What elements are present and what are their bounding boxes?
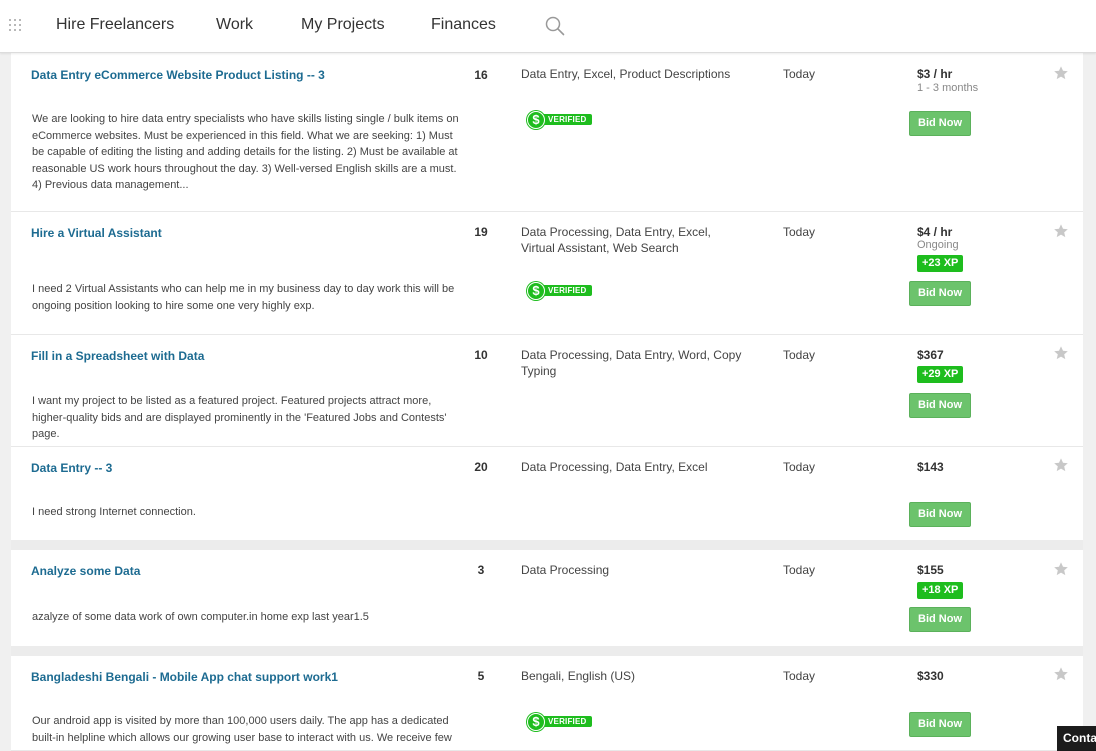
posted-date: Today bbox=[783, 225, 816, 239]
project-description: Our android app is visited by more than … bbox=[32, 715, 452, 744]
bid-count: 16 bbox=[474, 68, 488, 82]
star-icon[interactable] bbox=[1053, 666, 1069, 682]
project-description: azalyze of some data work of own compute… bbox=[32, 611, 369, 623]
project-row: Hire a Virtual Assistant 19 Data Process… bbox=[11, 212, 1083, 335]
nav-work[interactable]: Work bbox=[216, 16, 253, 34]
posted-date: Today bbox=[783, 348, 816, 362]
bid-count: 10 bbox=[474, 348, 488, 362]
verified-badge: $ VERIFIED bbox=[527, 281, 592, 300]
verified-badge: $ VERIFIED bbox=[527, 110, 592, 129]
xp-badge: +29 XP bbox=[917, 366, 964, 383]
project-description: We are looking to hire data entry specia… bbox=[32, 113, 459, 191]
verified-label: VERIFIED bbox=[542, 716, 592, 727]
project-title-link[interactable]: Bangladeshi Bengali - Mobile App chat su… bbox=[31, 670, 338, 684]
nav-finances[interactable]: Finances bbox=[431, 16, 496, 34]
price: $3 / hr bbox=[917, 67, 953, 81]
project-row: Data Entry eCommerce Website Product Lis… bbox=[11, 53, 1083, 212]
posted-date: Today bbox=[783, 67, 816, 81]
dollar-icon: $ bbox=[527, 281, 545, 300]
nav-hire-freelancers[interactable]: Hire Freelancers bbox=[56, 16, 174, 34]
star-icon[interactable] bbox=[1053, 223, 1069, 239]
skills-list: Data Processing bbox=[521, 563, 610, 577]
xp-badge: +23 XP bbox=[917, 255, 964, 272]
dollar-icon: $ bbox=[527, 712, 545, 731]
project-description: I want my project to be listed as a feat… bbox=[32, 395, 447, 440]
posted-date: Today bbox=[783, 563, 816, 577]
skills-list: Data Processing, Data Entry, Word, Copy … bbox=[521, 348, 742, 378]
verified-label: VERIFIED bbox=[542, 114, 592, 125]
project-title-link[interactable]: Data Entry eCommerce Website Product Lis… bbox=[31, 68, 325, 82]
dollar-icon: $ bbox=[527, 110, 545, 129]
star-icon[interactable] bbox=[1053, 561, 1069, 577]
skills-list: Bengali, English (US) bbox=[521, 669, 636, 683]
bid-count: 5 bbox=[477, 669, 485, 683]
search-icon[interactable] bbox=[545, 16, 565, 36]
bid-now-button[interactable]: Bid Now bbox=[909, 281, 971, 306]
star-icon[interactable] bbox=[1053, 457, 1069, 473]
project-row: Data Entry -- 3 20 Data Processing, Data… bbox=[11, 447, 1083, 550]
price: $143 bbox=[917, 460, 944, 474]
project-row: Analyze some Data 3 Data Processing Toda… bbox=[11, 550, 1083, 656]
project-title-link[interactable]: Data Entry -- 3 bbox=[31, 461, 112, 475]
bid-now-button[interactable]: Bid Now bbox=[909, 502, 971, 527]
project-description: I need 2 Virtual Assistants who can help… bbox=[32, 283, 455, 312]
verified-badge: $ VERIFIED bbox=[527, 712, 592, 731]
project-title-link[interactable]: Hire a Virtual Assistant bbox=[31, 226, 162, 240]
bid-count: 20 bbox=[474, 460, 488, 474]
project-row: Fill in a Spreadsheet with Data 10 Data … bbox=[11, 335, 1083, 447]
duration: 1 - 3 months bbox=[917, 82, 979, 94]
price: $367 bbox=[917, 348, 944, 362]
grid-icon[interactable] bbox=[9, 19, 21, 31]
top-navigation: Hire Freelancers Work My Projects Financ… bbox=[0, 0, 1096, 53]
price: $4 / hr bbox=[917, 225, 953, 239]
price: $155 bbox=[917, 563, 944, 577]
bid-now-button[interactable]: Bid Now bbox=[909, 111, 971, 136]
xp-badge: +18 XP bbox=[917, 582, 964, 599]
duration: Ongoing bbox=[917, 239, 959, 251]
bid-now-button[interactable]: Bid Now bbox=[909, 393, 971, 418]
project-title-link[interactable]: Fill in a Spreadsheet with Data bbox=[31, 349, 204, 363]
bid-now-button[interactable]: Bid Now bbox=[909, 607, 971, 632]
skills-list: Data Processing, Data Entry, Excel bbox=[521, 460, 708, 474]
bid-now-button[interactable]: Bid Now bbox=[909, 712, 971, 737]
skills-list: Data Processing, Data Entry, Excel, Virt… bbox=[521, 225, 711, 255]
verified-label: VERIFIED bbox=[542, 285, 592, 296]
star-icon[interactable] bbox=[1053, 345, 1069, 361]
posted-date: Today bbox=[783, 669, 816, 683]
star-icon[interactable] bbox=[1053, 65, 1069, 81]
skills-list: Data Entry, Excel, Product Descriptions bbox=[521, 67, 731, 81]
project-row: Bangladeshi Bengali - Mobile App chat su… bbox=[11, 656, 1083, 751]
price: $330 bbox=[917, 669, 944, 683]
nav-my-projects[interactable]: My Projects bbox=[301, 16, 385, 34]
bid-count: 19 bbox=[474, 225, 488, 239]
project-list: Data Entry eCommerce Website Product Lis… bbox=[11, 53, 1083, 751]
posted-date: Today bbox=[783, 460, 816, 474]
project-title-link[interactable]: Analyze some Data bbox=[31, 564, 140, 578]
project-description: I need strong Internet connection. bbox=[32, 506, 196, 518]
bid-count: 3 bbox=[477, 563, 485, 577]
contact-tab[interactable]: Conta bbox=[1057, 726, 1096, 751]
